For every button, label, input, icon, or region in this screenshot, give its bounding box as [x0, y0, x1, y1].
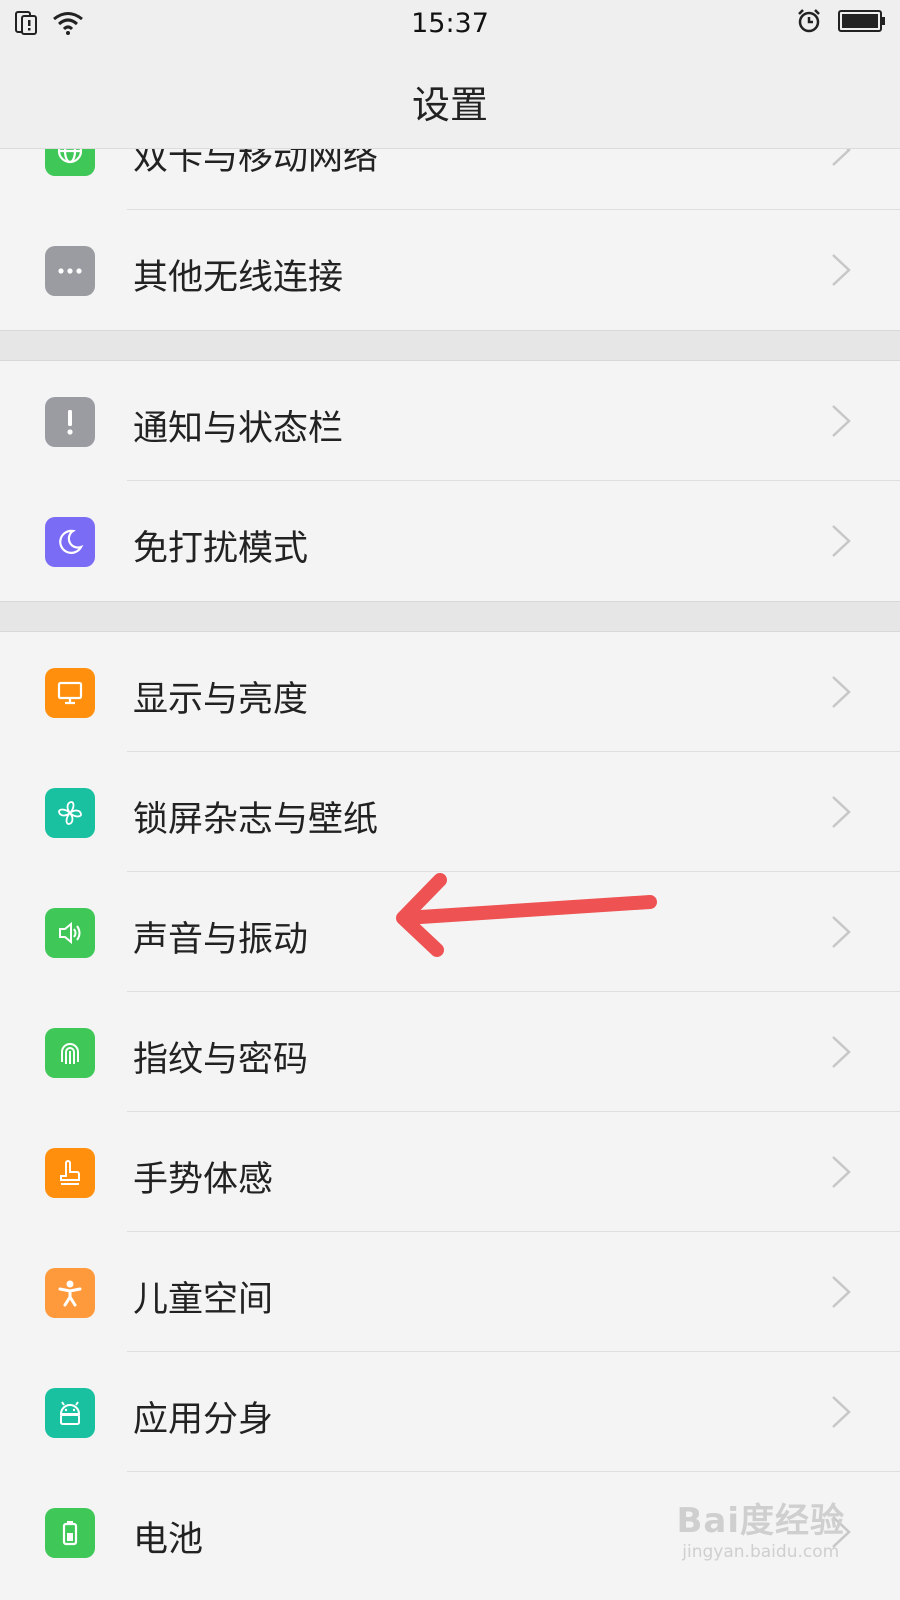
settings-item-app-clone[interactable]: 应用分身 — [0, 1352, 900, 1472]
settings-item-other-wireless[interactable]: 其他无线连接 — [0, 210, 900, 330]
settings-item-label: 儿童空间 — [133, 1280, 274, 1320]
settings-item-gesture[interactable]: 手势体感 — [0, 1112, 900, 1232]
settings-item-label: 电池 — [133, 1520, 204, 1560]
settings-item-label: 应用分身 — [133, 1400, 274, 1440]
settings-item-label: 指纹与密码 — [133, 1040, 309, 1080]
chevron-right-icon — [832, 676, 851, 708]
settings-item-label: 声音与振动 — [133, 920, 309, 960]
android-clone-icon — [45, 1388, 95, 1438]
status-time: 15:37 — [411, 8, 489, 39]
settings-item-kids-space[interactable]: 儿童空间 — [0, 1232, 900, 1352]
chevron-right-icon — [832, 525, 851, 557]
settings-item-label: 手势体感 — [133, 1160, 274, 1200]
more-dots-icon — [45, 246, 95, 296]
chevron-right-icon — [832, 1396, 851, 1428]
settings-item-fingerprint[interactable]: 指纹与密码 — [0, 992, 900, 1112]
annotation-arrow-icon — [396, 873, 657, 957]
settings-item-display[interactable]: 显示与亮度 — [0, 632, 900, 752]
chevron-right-icon — [832, 1276, 851, 1308]
chevron-right-icon — [832, 796, 851, 828]
chevron-right-icon — [832, 1156, 851, 1188]
chevron-right-icon — [832, 1036, 851, 1068]
chevron-right-icon — [832, 916, 851, 948]
page-title: 设置 — [411, 83, 488, 127]
gesture-hand-icon — [45, 1148, 95, 1198]
settings-item-notification[interactable]: 通知与状态栏 — [0, 361, 900, 481]
settings-item-label: 锁屏杂志与壁纸 — [133, 800, 379, 840]
settings-item-label: 显示与亮度 — [133, 680, 309, 720]
speaker-icon — [45, 908, 95, 958]
child-icon — [45, 1268, 95, 1318]
chevron-right-icon — [832, 405, 851, 437]
alarm-icon — [798, 9, 820, 33]
battery-status-icon — [838, 10, 885, 32]
section-divider — [0, 330, 900, 361]
chevron-right-icon — [832, 254, 851, 286]
pinwheel-icon — [45, 788, 95, 838]
fingerprint-icon — [45, 1028, 95, 1078]
battery-icon — [45, 1508, 95, 1558]
settings-list[interactable]: 双卡与移动网络 其他无线连接 通知与状态栏 免打扰模式 显示与亮度 锁屏杂志与壁… — [0, 90, 900, 1592]
watermark: Bai度经验 jingyan.baidu.com — [676, 1493, 845, 1562]
settings-item-do-not-disturb[interactable]: 免打扰模式 — [0, 481, 900, 601]
section-divider — [0, 601, 900, 632]
settings-item-wallpaper[interactable]: 锁屏杂志与壁纸 — [0, 752, 900, 872]
settings-item-label: 免打扰模式 — [133, 529, 309, 569]
title-bar: 设置 — [0, 48, 900, 149]
notification-icon — [45, 397, 95, 447]
status-bar: 15:37 — [0, 0, 900, 48]
display-icon — [45, 668, 95, 718]
moon-icon — [45, 517, 95, 567]
settings-item-label: 其他无线连接 — [133, 258, 344, 298]
watermark-url: jingyan.baidu.com — [682, 1542, 840, 1562]
watermark-logo: Bai度经验 — [676, 1501, 845, 1541]
settings-item-label: 通知与状态栏 — [133, 409, 344, 449]
